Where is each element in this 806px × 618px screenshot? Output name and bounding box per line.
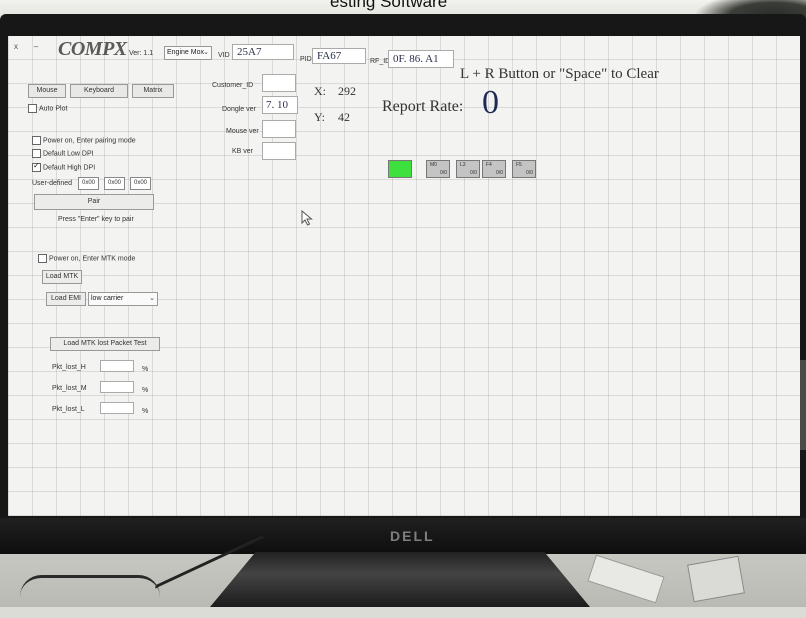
pid-label: PID <box>300 56 312 63</box>
pkt-lost-m-unit: % <box>142 387 149 394</box>
auto-plot-label: Auto Plot <box>39 105 68 113</box>
room-sign-text: esting Software <box>330 0 448 11</box>
monitor-brand-logo: DELL <box>390 528 435 544</box>
checkbox-icon <box>38 254 47 263</box>
dongle-ver-label: Dongle ver <box>222 106 256 113</box>
clear-hint: L + R Button or "Space" to Clear <box>460 66 659 82</box>
button-count: 0/0 <box>526 170 533 176</box>
system-menu-icon[interactable]: x <box>10 42 22 52</box>
user-defined-byte-2[interactable]: 0x00 <box>104 177 125 190</box>
user-defined-byte-1[interactable]: 0x00 <box>78 177 99 190</box>
app-window: x – COMPX Ver: 1.1 Engine Mox ⌄ VID 25A7… <box>8 36 800 516</box>
mouse-pointer-icon <box>301 210 313 226</box>
checkbox-checked-icon <box>32 161 41 172</box>
dongle-ver-value: 7. 10 <box>266 99 288 111</box>
button-name: F5 <box>516 162 522 168</box>
pkt-lost-l-unit: % <box>142 408 149 415</box>
kb-ver-field <box>262 142 296 160</box>
tab-matrix[interactable]: Matrix <box>132 84 174 98</box>
user-defined-byte-3[interactable]: 0x00 <box>130 177 151 190</box>
auto-plot-checkbox[interactable]: Auto Plot <box>28 104 67 113</box>
version-label: Ver: 1.1 <box>129 50 154 57</box>
default-low-dpi-label: Default Low DPI <box>43 150 94 158</box>
compx-logo: COMPX <box>58 38 127 60</box>
chevron-down-icon: ⌄ <box>149 295 155 302</box>
power-on-mtk-label: Power on, Enter MTK mode <box>49 255 136 263</box>
vid-box: 25A7 <box>232 44 294 60</box>
power-on-pairing-checkbox[interactable]: Power on, Enter pairing mode <box>32 136 136 145</box>
default-high-dpi-checkbox[interactable]: Default High DPI <box>32 161 96 172</box>
button-tile-left <box>388 160 412 178</box>
x-label: X: <box>314 84 326 98</box>
checkbox-icon <box>28 104 37 113</box>
monitor-stand <box>210 552 590 607</box>
button-name: F4 <box>486 162 492 168</box>
pkt-lost-l-field <box>100 402 134 414</box>
default-high-dpi-label: Default High DPI <box>43 164 96 172</box>
checkbox-icon <box>32 136 41 145</box>
report-rate-value: 0 <box>482 84 499 121</box>
desk-cable-2 <box>20 575 160 618</box>
chevron-down-icon: ⌄ <box>203 49 209 56</box>
button-tile-f4: F4 0/0 <box>482 160 506 178</box>
pkt-lost-h-label: Pkt_lost_H <box>52 364 86 371</box>
customer-id-field <box>262 74 296 92</box>
pkt-lost-m-label: Pkt_lost_M <box>52 385 87 392</box>
pkt-lost-m-field <box>100 381 134 393</box>
y-value: 42 <box>338 110 350 124</box>
button-count: 0/0 <box>440 170 447 176</box>
emi-carrier-select[interactable]: low carrier ⌄ <box>88 292 158 306</box>
pkt-lost-h-field <box>100 360 134 372</box>
engine-select[interactable]: Engine Mox ⌄ <box>164 46 212 60</box>
load-mtk-button[interactable]: Load MTK <box>42 270 82 284</box>
button-count: 0/0 <box>470 170 477 176</box>
button-name: L3 <box>460 162 466 168</box>
power-on-pairing-label: Power on, Enter pairing mode <box>43 137 136 145</box>
pid-value: FA67 <box>317 50 342 62</box>
button-tile-m0: M0 0/0 <box>426 160 450 178</box>
mouse-ver-field <box>262 120 296 138</box>
pkt-lost-h-unit: % <box>142 366 149 373</box>
checkbox-icon <box>32 149 41 158</box>
rfid-box: 0F. 86. A1 <box>388 50 454 68</box>
engine-select-value: Engine Mox <box>167 49 204 56</box>
pair-button[interactable]: Pair <box>34 194 154 210</box>
report-rate-label: Report Rate: <box>382 98 464 115</box>
load-emi-button[interactable]: Load EMI <box>46 292 86 306</box>
load-mtk-lost-packet-button[interactable]: Load MTK lost Packet Test <box>50 337 160 351</box>
pkt-lost-l-label: Pkt_lost_L <box>52 406 85 413</box>
vid-value: 25A7 <box>237 46 262 58</box>
mouse-ver-label: Mouse ver <box>226 128 259 135</box>
tab-mouse[interactable]: Mouse <box>28 84 66 98</box>
vid-label: VID <box>218 52 230 59</box>
x-value: 292 <box>338 84 356 98</box>
default-low-dpi-checkbox[interactable]: Default Low DPI <box>32 149 94 158</box>
power-on-mtk-checkbox[interactable]: Power on, Enter MTK mode <box>38 254 135 263</box>
customer-id-label: Customer_ID <box>212 82 254 89</box>
emi-carrier-value: low carrier <box>91 295 124 302</box>
dongle-ver-field: 7. 10 <box>262 96 298 114</box>
minimize-icon[interactable]: – <box>30 42 42 52</box>
user-defined-label: User-defined <box>32 180 73 187</box>
rfid-value: 0F. 86. A1 <box>393 53 439 65</box>
button-name: M0 <box>430 162 437 168</box>
button-count: 0/0 <box>496 170 503 176</box>
button-tile-l3: L3 0/0 <box>456 160 480 178</box>
button-tile-f5: F5 0/0 <box>512 160 536 178</box>
y-label: Y: <box>314 110 325 124</box>
kb-ver-label: KB ver <box>232 148 254 155</box>
pid-box: FA67 <box>312 48 366 64</box>
tab-keyboard[interactable]: Keyboard <box>70 84 128 98</box>
pair-hint: Press "Enter" key to pair <box>58 216 134 223</box>
